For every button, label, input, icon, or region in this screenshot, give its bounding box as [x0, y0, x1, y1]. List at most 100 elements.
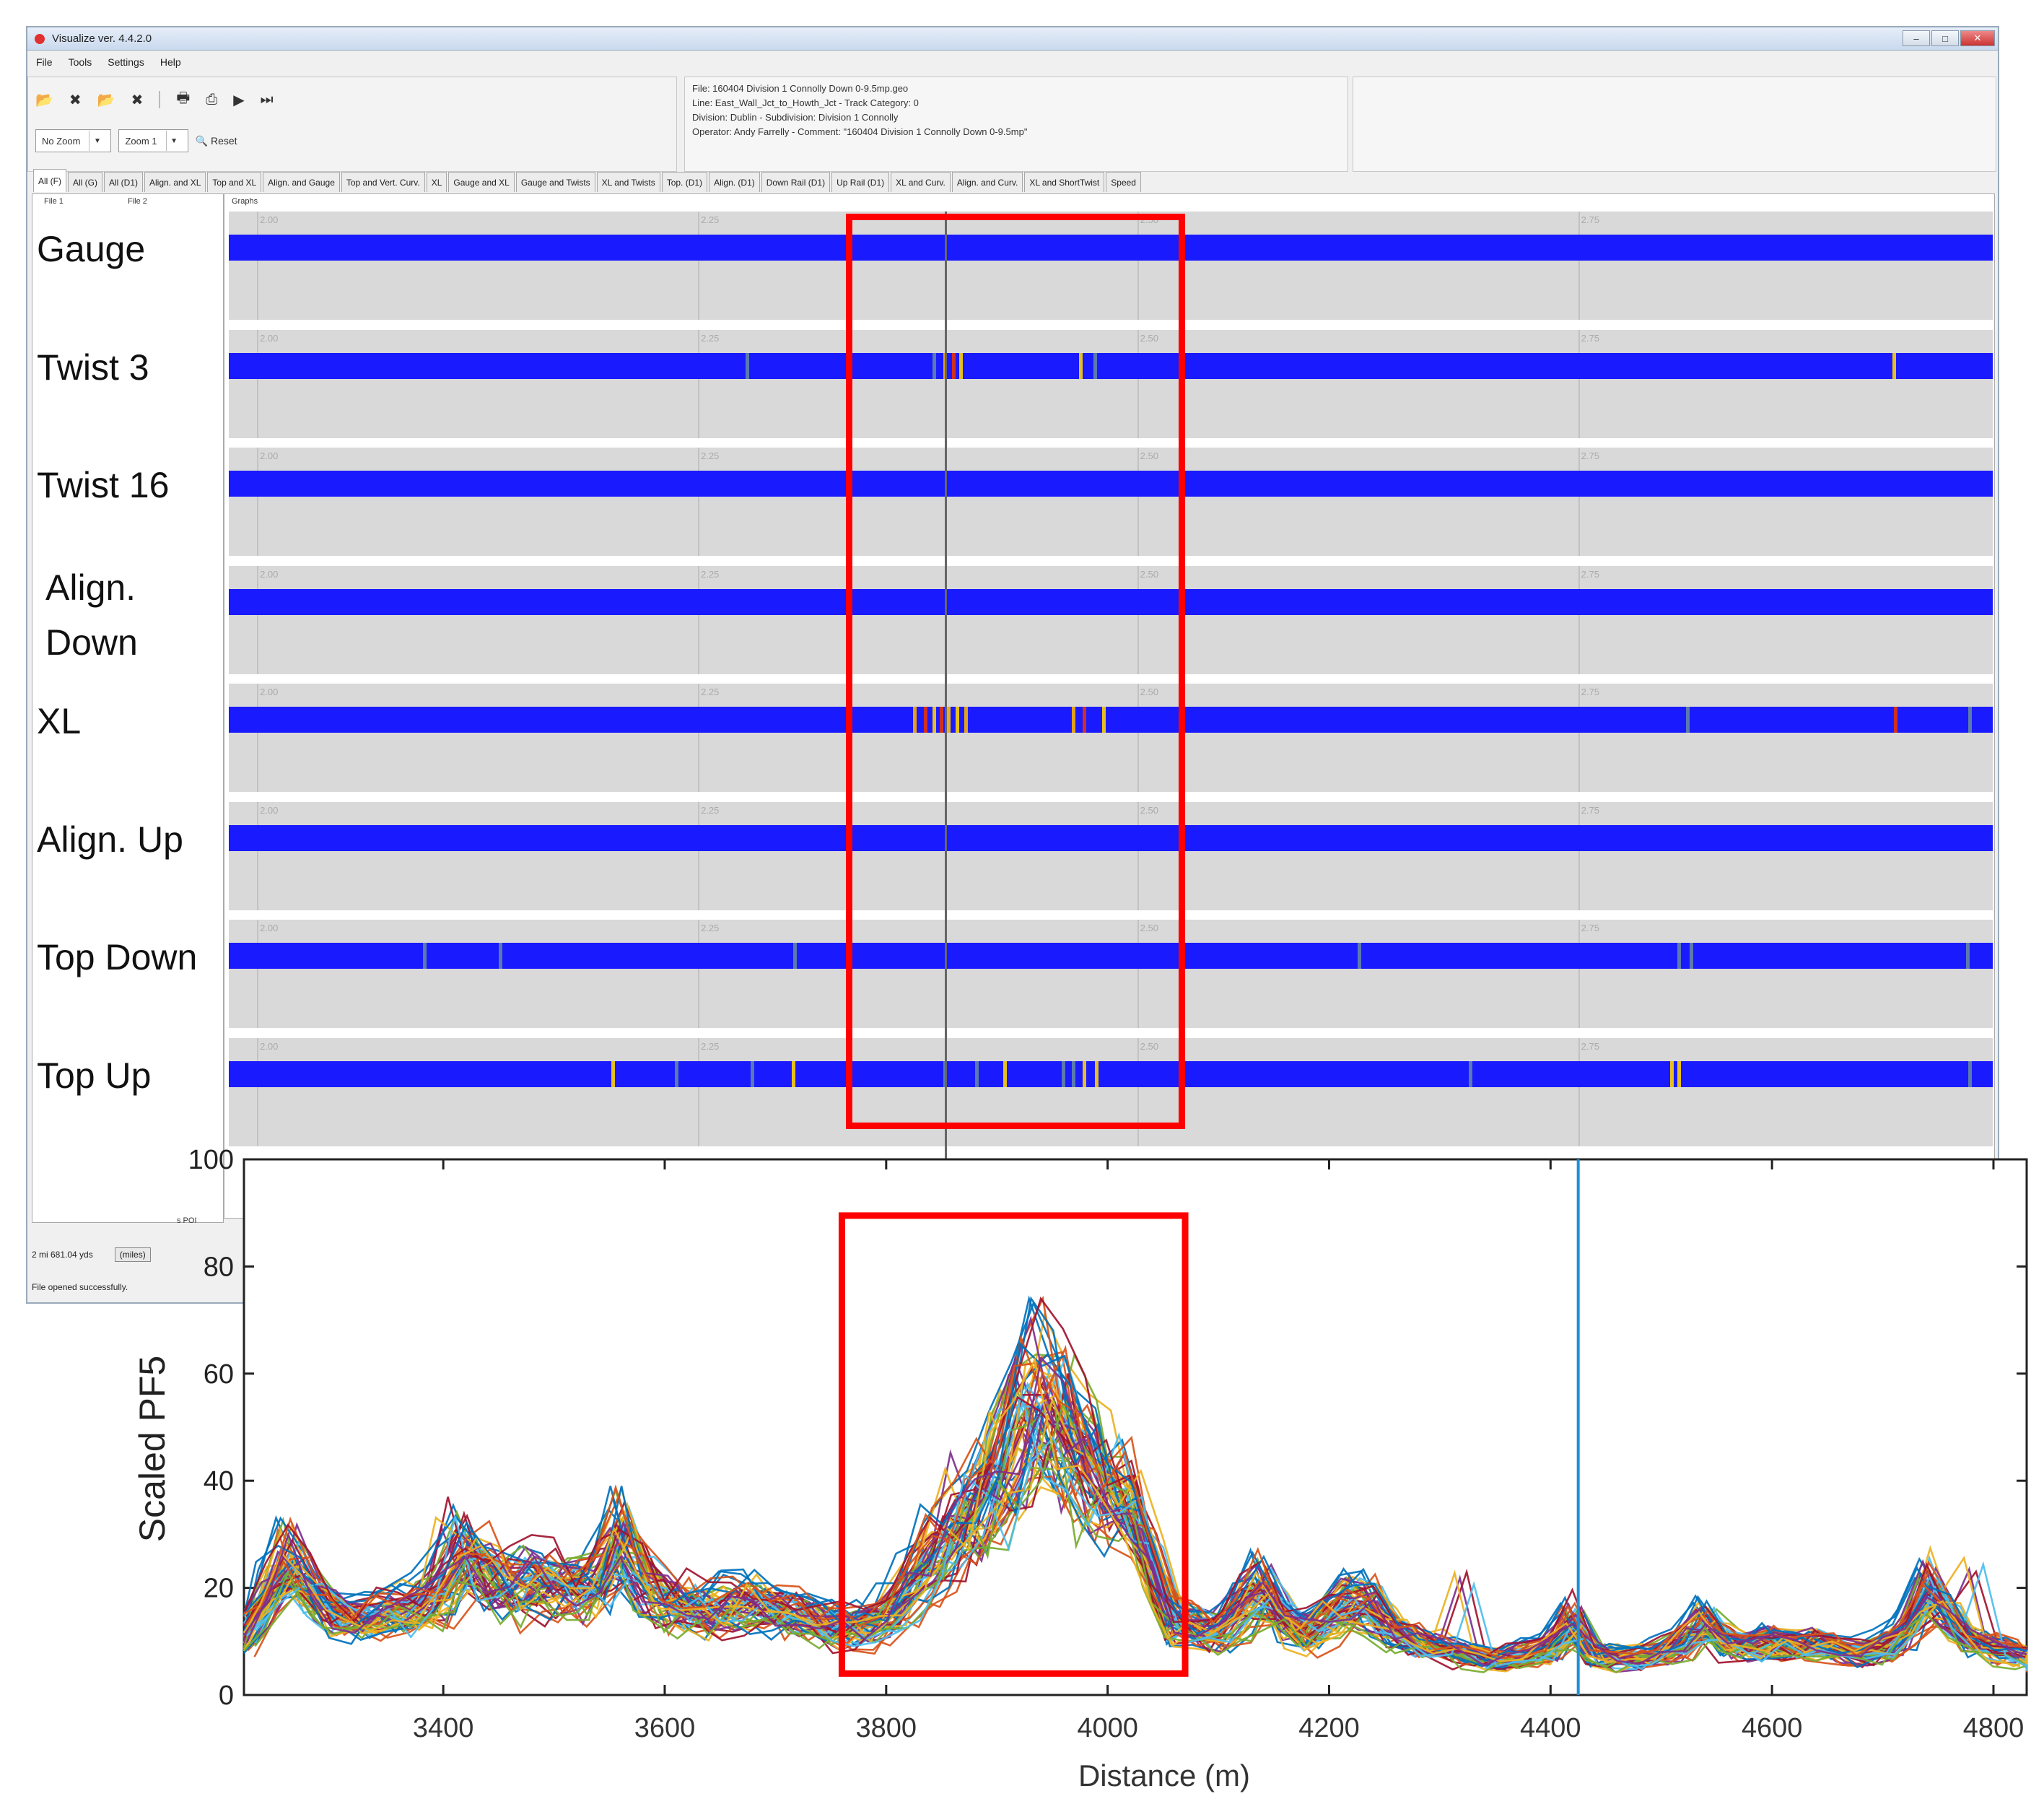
strip-gridline	[698, 1037, 700, 1146]
y-tick-label: 20	[204, 1574, 234, 1604]
strip-gridline	[257, 448, 259, 556]
menu-help[interactable]: Help	[160, 56, 181, 68]
tab-strip: All (F) All (G) All (D1) Align. and XL Top a…	[33, 169, 1992, 192]
defect-marker	[1967, 707, 1972, 733]
x-tick-label: 4800	[1963, 1713, 2025, 1743]
track-label: Twist 16	[37, 465, 170, 505]
tab-all-d1[interactable]: All (D1)	[104, 172, 144, 192]
menu-settings[interactable]: Settings	[108, 56, 144, 68]
strip-tick-label: 2.25	[701, 214, 720, 225]
fast-forward-icon[interactable]: ⏭	[261, 92, 274, 108]
open-folder-2-icon[interactable]: 📂	[97, 91, 115, 109]
tab-xl-and-curv[interactable]: XL and Curv.	[891, 172, 951, 192]
reset-button[interactable]: 🔍 Reset	[196, 135, 237, 147]
strip-gridline	[1578, 565, 1580, 674]
title-bar: Visualize ver. 4.4.2.0 – □ ✕	[27, 27, 1998, 51]
tab-top-and-xl[interactable]: Top and XL	[207, 172, 262, 192]
chevron-down-icon: ▼	[89, 131, 105, 151]
toolbar-separator	[159, 91, 161, 108]
strip-gridline	[257, 801, 259, 910]
strip-gridline	[257, 212, 259, 320]
tab-gauge-and-twists[interactable]: Gauge and Twists	[515, 172, 595, 192]
zoom-select-value: No Zoom	[42, 135, 81, 147]
tab-align-d1[interactable]: Align. (D1)	[709, 172, 760, 192]
defect-marker	[1892, 352, 1896, 379]
tab-xl-and-shorttwist[interactable]: XL and ShortTwist	[1024, 172, 1105, 192]
maximize-button[interactable]: □	[1931, 30, 1959, 46]
track-label: Twist 3	[37, 347, 149, 388]
x-tick-label: 4400	[1520, 1713, 1581, 1743]
tab-xl-and-twists[interactable]: XL and Twists	[596, 172, 660, 192]
info-line: File: 160404 Division 1 Connolly Down 0-…	[692, 83, 909, 94]
strip-tick-label: 2.75	[1581, 923, 1599, 933]
strip-gridline	[1578, 1037, 1580, 1146]
tab-xl[interactable]: XL	[426, 172, 447, 192]
strip-tick-label: 2.75	[1581, 687, 1599, 697]
strip-gridline	[698, 920, 700, 1028]
defect-marker	[751, 1060, 755, 1087]
tab-align-and-xl[interactable]: Align. and XL	[144, 172, 206, 192]
print-icon[interactable]: ⎙	[206, 92, 217, 108]
strip-tick-label: 2.00	[260, 450, 279, 461]
close-file-2-icon[interactable]: ✖	[131, 91, 144, 109]
play-icon[interactable]: ▶	[233, 91, 244, 109]
defect-marker	[675, 1060, 679, 1087]
minimize-button[interactable]: –	[1903, 30, 1930, 46]
tab-all-g[interactable]: All (G)	[68, 172, 102, 192]
strip-tick-label: 2.00	[260, 332, 279, 344]
strip-tick-label: 2.75	[1581, 568, 1599, 580]
strip-tick-label: 2.00	[260, 568, 279, 580]
tab-down-rail-d1[interactable]: Down Rail (D1)	[761, 172, 831, 192]
tab-all-f[interactable]: All (F)	[33, 169, 66, 192]
tab-top-and-vert-curv[interactable]: Top and Vert. Curv.	[341, 172, 425, 192]
tab-top-d1[interactable]: Top. (D1)	[661, 172, 708, 192]
y-tick-label: 0	[219, 1681, 234, 1711]
y-tick-label: 40	[204, 1466, 234, 1496]
strip-gridline	[1578, 448, 1580, 556]
strip-tick-label: 2.25	[701, 332, 720, 344]
strip-gridline	[698, 212, 700, 320]
open-folder-icon[interactable]: 📂	[35, 91, 53, 109]
strip-tick-label: 2.75	[1581, 214, 1599, 225]
strip-tick-label: 2.75	[1581, 332, 1599, 344]
defect-marker	[422, 943, 427, 969]
defect-marker	[1677, 943, 1681, 969]
tab-speed[interactable]: Speed	[1106, 172, 1141, 192]
x-tick-label: 3800	[856, 1713, 917, 1743]
zoom-select[interactable]: No Zoom ▼	[35, 129, 112, 152]
track-label: Align. Down	[45, 567, 138, 663]
menu-file[interactable]: File	[36, 56, 53, 68]
file2-group-label: File 2	[126, 197, 149, 206]
strip-tick-label: 2.25	[701, 1040, 720, 1052]
strip-tick-label: 2.00	[260, 214, 279, 225]
strip-tick-label: 2.00	[260, 923, 279, 933]
defect-marker	[1685, 707, 1690, 733]
close-button[interactable]: ✕	[1960, 30, 1995, 46]
strip-tick-label: 2.00	[260, 687, 279, 697]
defect-marker	[1358, 943, 1362, 969]
strip-gridline	[1578, 801, 1580, 910]
defect-marker	[1967, 1060, 1972, 1087]
file1-group-label: File 1	[43, 197, 65, 206]
zoom-level-select[interactable]: Zoom 1 ▼	[118, 129, 188, 152]
menu-tools[interactable]: Tools	[69, 56, 92, 68]
y-tick-label: 80	[204, 1252, 234, 1282]
info-line: Division: Dublin - Subdivision: Division…	[692, 112, 899, 123]
defect-marker	[611, 1060, 616, 1087]
strip-tick-label: 2.75	[1581, 804, 1599, 816]
highlight-box-strips	[846, 214, 1185, 1129]
strip-gridline	[1578, 920, 1580, 1028]
print-preview-icon[interactable]: 🖶	[176, 87, 190, 112]
tab-gauge-and-xl[interactable]: Gauge and XL	[448, 172, 515, 192]
tab-align-and-gauge[interactable]: Align. and Gauge	[263, 172, 340, 192]
track-label: Top Down	[37, 937, 198, 977]
strip-gridline	[698, 329, 700, 438]
file-info-panel: File: 160404 Division 1 Connolly Down 0-…	[684, 77, 1348, 172]
tab-up-rail-d1[interactable]: Up Rail (D1)	[831, 172, 890, 192]
strip-gridline	[1578, 212, 1580, 320]
track-label: Align. Up	[37, 819, 183, 860]
tab-align-and-curv[interactable]: Align. and Curv.	[951, 172, 1023, 192]
strip-tick-label: 2.25	[701, 450, 720, 461]
close-file-icon[interactable]: ✖	[69, 91, 82, 109]
defect-marker	[1677, 1060, 1681, 1087]
